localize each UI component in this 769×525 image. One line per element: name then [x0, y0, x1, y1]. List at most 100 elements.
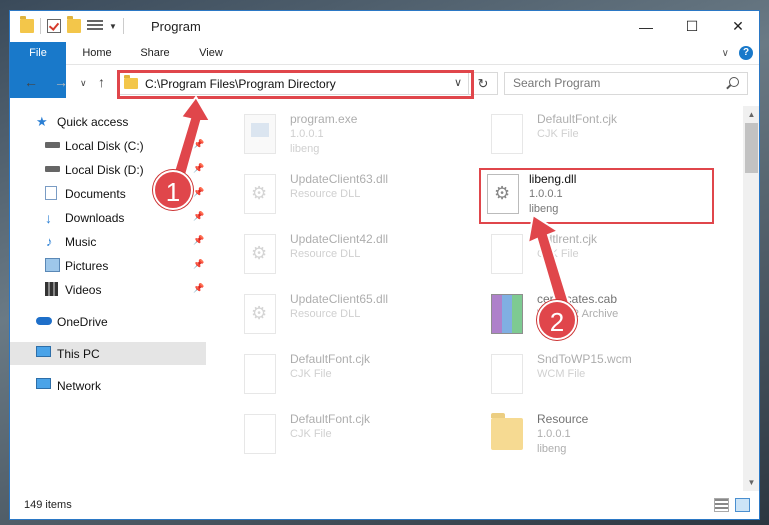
file-type: CJK File: [537, 128, 579, 140]
address-highlight-box: [117, 70, 474, 99]
search-icon[interactable]: [729, 77, 739, 87]
vertical-scrollbar[interactable]: ▲ ▼: [743, 106, 759, 491]
tab-home[interactable]: Home: [72, 42, 122, 65]
ribbon-controls: ∨ ?: [722, 46, 753, 60]
file-type: CJK File: [290, 368, 332, 380]
folder-item[interactable]: Resource 1.0.0.1 libeng: [477, 408, 712, 464]
file-name: UpdateClient63.dll: [290, 172, 389, 186]
cloud-icon: [36, 317, 52, 325]
sidebar-item-videos[interactable]: Videos 📌: [10, 278, 206, 301]
pin-icon[interactable]: 📌: [193, 211, 204, 222]
file-item[interactable]: DefaultFont.cjk CJK File: [230, 348, 465, 404]
tab-share[interactable]: Share: [130, 42, 180, 65]
file-item[interactable]: UpdateClient63.dll Resource DLL: [230, 168, 465, 224]
sidebar-item-label: Local Disk (D:): [65, 163, 144, 177]
sidebar-item-pictures[interactable]: Pictures 📌: [10, 254, 206, 277]
documents-icon: [45, 186, 57, 200]
search-input[interactable]: [513, 76, 713, 90]
sidebar-item-onedrive[interactable]: OneDrive: [10, 310, 206, 333]
sidebar-item-network[interactable]: Network: [10, 374, 206, 397]
explorer-window: ▼ Program — ☐ ✕ File Home Share View ∨ ?…: [9, 10, 760, 520]
file-name: Ddtlrent.cjk: [537, 232, 598, 246]
scroll-thumb[interactable]: [745, 123, 758, 173]
pin-icon[interactable]: 📌: [193, 139, 204, 150]
back-arrow-icon[interactable]: ←: [24, 74, 38, 90]
sidebar-item-label: OneDrive: [57, 315, 108, 329]
dll-icon: [244, 174, 276, 214]
file-item[interactable]: UpdateClient65.dll Resource DLL: [230, 288, 465, 344]
minimize-button[interactable]: —: [623, 11, 669, 42]
sidebar-item-label: Pictures: [65, 259, 109, 273]
recent-locations-chevron-icon[interactable]: ∨: [80, 78, 87, 89]
file-type: Resource DLL: [290, 188, 361, 200]
star-icon: ★: [36, 114, 48, 129]
file-item[interactable]: UpdateClient42.dll Resource DLL: [230, 228, 465, 284]
up-arrow-icon[interactable]: ↑: [98, 74, 105, 90]
file-item[interactable]: Ddtlrent.cjk CJK File: [477, 228, 712, 284]
sidebar-item-label: Documents: [65, 187, 126, 201]
close-button[interactable]: ✕: [715, 11, 759, 42]
expand-ribbon-chevron-icon[interactable]: ∨: [722, 48, 729, 59]
file-item-libeng-dll[interactable]: libeng.dll 1.0.0.1 libeng: [479, 168, 714, 224]
pin-icon[interactable]: 📌: [193, 259, 204, 270]
sidebar-item-music[interactable]: ♪ Music 📌: [10, 230, 206, 253]
document-icon: [491, 354, 523, 394]
music-icon: ♪: [46, 234, 53, 249]
file-name: libeng.dll: [529, 172, 577, 186]
file-type: Resource DLL: [290, 308, 361, 320]
drive-icon: [45, 166, 60, 172]
file-item[interactable]: certificates.cab WinRAR Archive: [477, 288, 712, 344]
document-icon: [244, 354, 276, 394]
pin-icon[interactable]: 📌: [193, 163, 204, 174]
file-description: libeng: [537, 443, 567, 455]
file-type: CJK File: [537, 248, 579, 260]
file-item[interactable]: program.exe 1.0.0.1 libeng: [230, 108, 465, 164]
file-name: UpdateClient42.dll: [290, 232, 389, 246]
tiles-view-icon[interactable]: [735, 498, 750, 512]
videos-icon: [45, 282, 58, 296]
sidebar-item-quick-access[interactable]: ★ Quick access: [10, 110, 206, 133]
scroll-down-icon[interactable]: ▼: [743, 474, 759, 491]
file-version: 1.0.0.1: [290, 128, 324, 140]
search-box[interactable]: [504, 72, 748, 95]
toolbar-divider: [122, 18, 124, 34]
step-1-badge: 1: [153, 170, 193, 210]
properties-icon[interactable]: [87, 20, 103, 32]
document-icon: [491, 234, 523, 274]
file-name: DefaultFont.cjk: [290, 412, 371, 426]
sidebar-item-this-pc[interactable]: This PC: [10, 342, 206, 365]
sidebar-item-label: Network: [57, 379, 102, 393]
exe-icon: [244, 114, 276, 154]
file-name: DefaultFont.cjk: [537, 112, 618, 126]
file-description: libeng: [290, 143, 320, 155]
scroll-up-icon[interactable]: ▲: [743, 106, 759, 123]
navigation-pane: ★ Quick access Local Disk (C:) 📌 Local D…: [10, 106, 206, 491]
pin-icon[interactable]: 📌: [193, 235, 204, 246]
file-list: program.exe 1.0.0.1 libeng UpdateClient6…: [220, 106, 745, 491]
quick-access-toolbar: ▼: [20, 16, 124, 34]
file-type: CJK File: [290, 428, 332, 440]
customize-toolbar-chevron-icon[interactable]: ▼: [109, 22, 117, 31]
computer-icon: [36, 346, 51, 357]
network-icon: [36, 378, 51, 389]
forward-arrow-icon[interactable]: →: [54, 74, 68, 90]
sidebar-item-label: Music: [65, 235, 97, 249]
new-folder-icon[interactable]: [67, 16, 81, 33]
file-item[interactable]: SndToWP15.wcm WCM File: [477, 348, 712, 404]
sidebar-item-label: This PC: [57, 347, 100, 361]
help-icon[interactable]: ?: [739, 46, 753, 60]
file-type: Resource DLL: [290, 248, 361, 260]
sidebar-item-local-disk-c[interactable]: Local Disk (C:) 📌: [10, 134, 206, 157]
archive-icon: [491, 294, 523, 334]
properties-check-icon[interactable]: [47, 19, 61, 33]
file-name: program.exe: [290, 112, 358, 126]
tab-view[interactable]: View: [188, 42, 234, 65]
file-item[interactable]: DefaultFont.cjk CJK File: [230, 408, 465, 464]
sidebar-item-label: Local Disk (C:): [65, 139, 144, 153]
pin-icon[interactable]: 📌: [193, 187, 204, 198]
pin-icon[interactable]: 📌: [193, 283, 204, 294]
file-item[interactable]: DefaultFont.cjk CJK File: [477, 108, 712, 164]
maximize-button[interactable]: ☐: [669, 11, 715, 42]
details-view-icon[interactable]: [714, 498, 729, 512]
window-title: Program: [151, 19, 201, 34]
